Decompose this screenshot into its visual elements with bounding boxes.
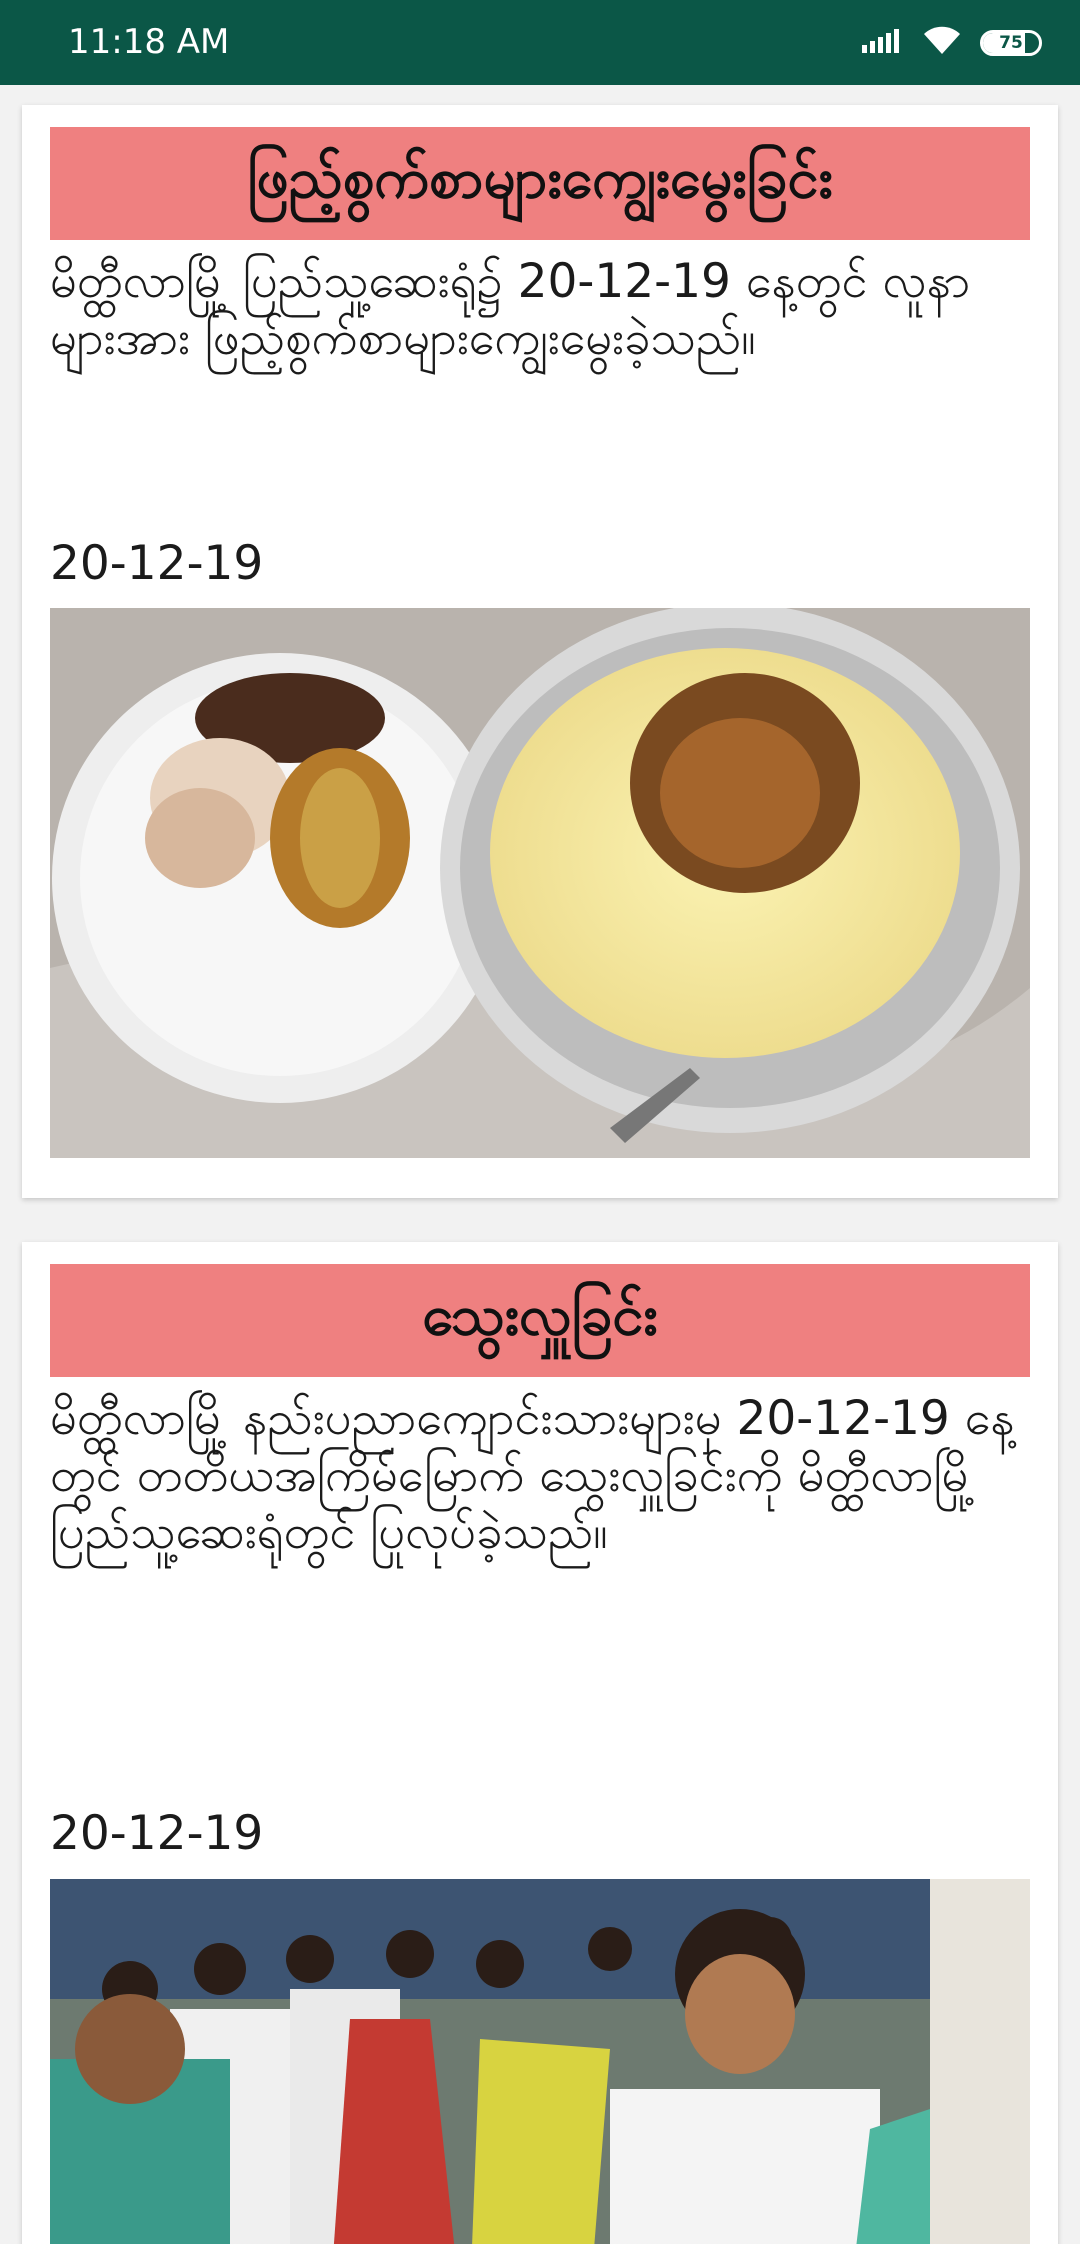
food-plates-photo[interactable]	[50, 608, 1030, 1158]
battery-icon: 75	[980, 30, 1042, 56]
post-description: မိတ္ထီလာမြို့ နည်းပညာကျောင်းသားများမှ 20…	[50, 1391, 1015, 1560]
news-feed[interactable]: ဖြည့်စွက်စာများကျွေးမွေးခြင်း မိတ္ထီလာမြ…	[0, 85, 1080, 2244]
status-time: 11:18 AM	[68, 22, 230, 62]
post-title-banner: ဖြည့်စွက်စာများကျွေးမွေးခြင်း	[50, 127, 1030, 240]
battery-level: 75	[999, 33, 1023, 53]
post-title: ဖြည့်စွက်စာများကျွေးမွေးခြင်း	[247, 145, 833, 211]
students-group-photo[interactable]	[50, 1879, 1030, 2244]
post-title: သွေးလှူခြင်း	[422, 1282, 658, 1348]
wifi-icon	[922, 26, 962, 60]
post-date: 20-12-19	[50, 1806, 264, 1861]
post-card[interactable]: ဖြည့်စွက်စာများကျွေးမွေးခြင်း မိတ္ထီလာမြ…	[22, 105, 1058, 1198]
post-card[interactable]: သွေးလှူခြင်း မိတ္ထီလာမြို့ နည်းပညာကျောင်…	[22, 1242, 1058, 2244]
status-bar: 11:18 AM 75	[0, 0, 1080, 85]
signal-icon	[860, 27, 904, 59]
post-date: 20-12-19	[50, 536, 264, 591]
post-title-banner: သွေးလှူခြင်း	[50, 1264, 1030, 1377]
post-description: မိတ္ထီလာမြို့ ပြည်သူ့ဆေးရုံ၌ 20-12-19 နေ…	[50, 254, 971, 366]
status-icons: 75	[860, 26, 1042, 60]
